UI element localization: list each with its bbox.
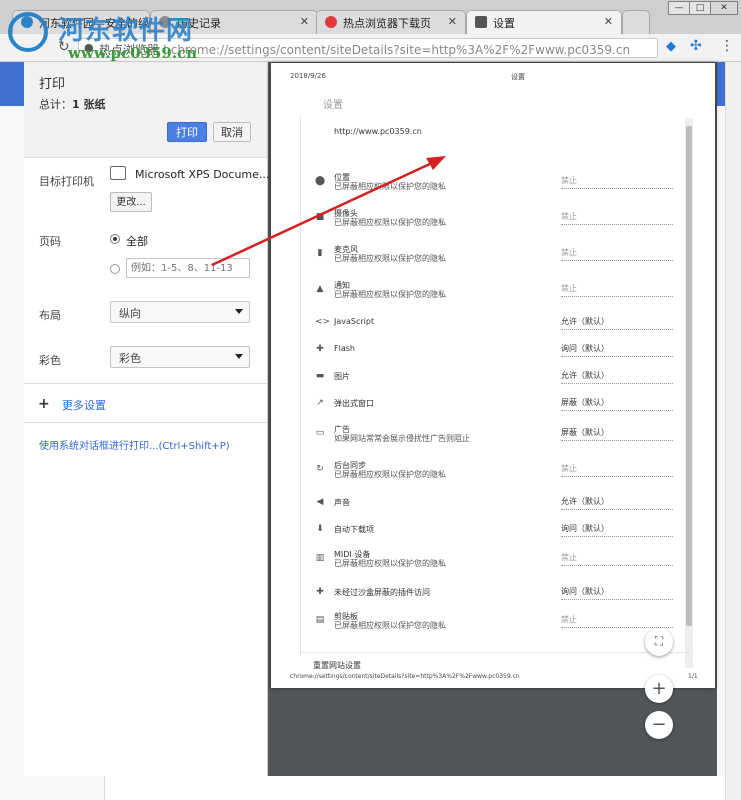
arrow-head (426, 156, 446, 170)
annotation-arrow (211, 156, 446, 267)
arrow-shaft (211, 161, 433, 267)
